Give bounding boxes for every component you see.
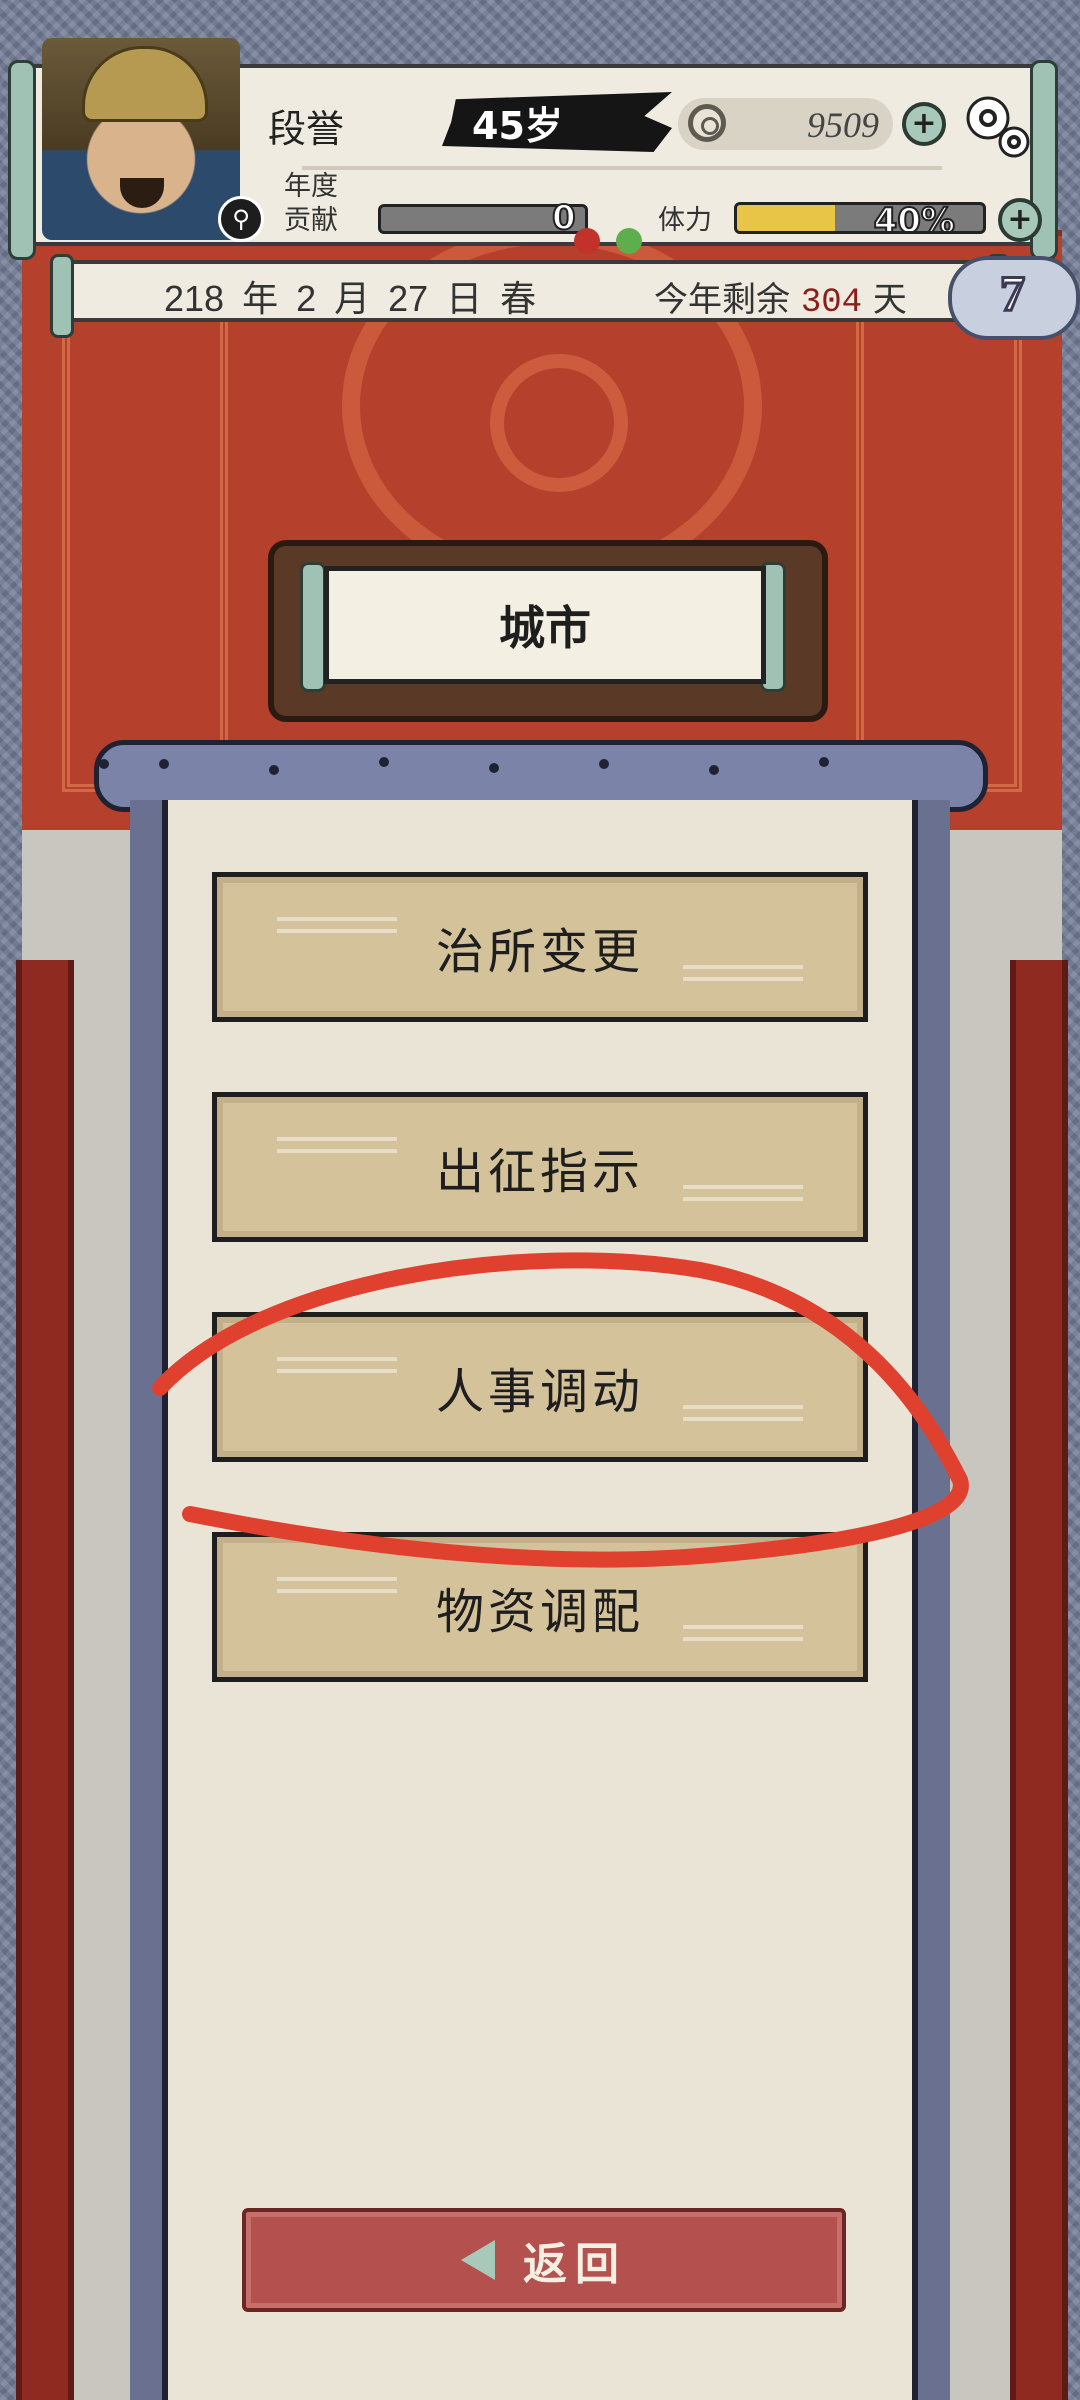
player-age-badge: 45岁: [442, 92, 672, 152]
helmet-graphic: [82, 46, 208, 122]
pillar-right: [1010, 960, 1068, 2400]
personnel-transfer-label: 人事调动: [435, 1364, 644, 1420]
gear-icon[interactable]: [958, 88, 1036, 164]
back-arrow-icon: [461, 2240, 495, 2280]
days-remaining-prefix: 今年剩余: [654, 280, 790, 320]
add-stamina-button[interactable]: +: [998, 198, 1042, 242]
change-seat-label: 治所变更: [435, 924, 644, 980]
green-marker-icon: [616, 228, 642, 254]
search-button[interactable]: ⚲: [218, 196, 264, 242]
campaign-orders-label: 出征指示: [435, 1144, 644, 1200]
change-seat-button[interactable]: 治所变更: [212, 872, 868, 1022]
scroll-roll-left: [50, 254, 74, 338]
back-button[interactable]: 返回: [242, 2208, 846, 2312]
supply-allocation-button[interactable]: 物资调配: [212, 1532, 868, 1682]
page-title: 城市: [324, 566, 766, 684]
contribution-label: 贡献: [284, 205, 338, 235]
pillar-left: [16, 960, 74, 2400]
header-divider: [302, 166, 942, 170]
personnel-transfer-button[interactable]: 人事调动: [212, 1312, 868, 1462]
contribution-value: 0: [551, 197, 577, 239]
campaign-orders-button[interactable]: 出征指示: [212, 1092, 868, 1242]
plus-icon: +: [911, 106, 937, 141]
avatar[interactable]: [42, 38, 240, 240]
current-date: 218 年 2 月 27 日 春: [164, 278, 537, 319]
back-label: 返回: [523, 2239, 627, 2290]
days-remaining-value: 304: [800, 284, 863, 322]
plaque-roll-left: [300, 562, 326, 692]
money-display: 9509: [678, 98, 893, 150]
stamina-value: 40%: [873, 202, 956, 234]
days-remaining: 今年剩余 304 天: [654, 272, 907, 322]
cloud-badge-count: 7: [999, 264, 1027, 323]
fret-ornament-right: [856, 276, 1022, 792]
stamina-label: 体力: [658, 205, 712, 235]
date-bar: 218 年 2 月 27 日 春 今年剩余 304 天: [50, 254, 1010, 338]
stamina-fill: [737, 205, 836, 231]
fret-ornament-left: [62, 276, 228, 792]
supply-allocation-label: 物资调配: [435, 1584, 644, 1640]
beard-graphic: [120, 178, 164, 208]
player-name: 段誉: [268, 109, 345, 151]
money-value: 9509: [807, 105, 879, 145]
days-remaining-suffix: 天: [872, 280, 907, 320]
add-money-button[interactable]: +: [902, 102, 946, 146]
coin-icon: [688, 104, 726, 142]
player-header: ⚲ 段誉 45岁 9509 + 年度 贡献 0 体力 40% +: [8, 38, 1058, 260]
stamina-bar: 40%: [734, 202, 986, 234]
red-flame-icon: [574, 228, 600, 254]
scroll-roll-left: [8, 60, 36, 260]
plus-icon: +: [1007, 202, 1033, 237]
search-icon: ⚲: [232, 205, 250, 233]
